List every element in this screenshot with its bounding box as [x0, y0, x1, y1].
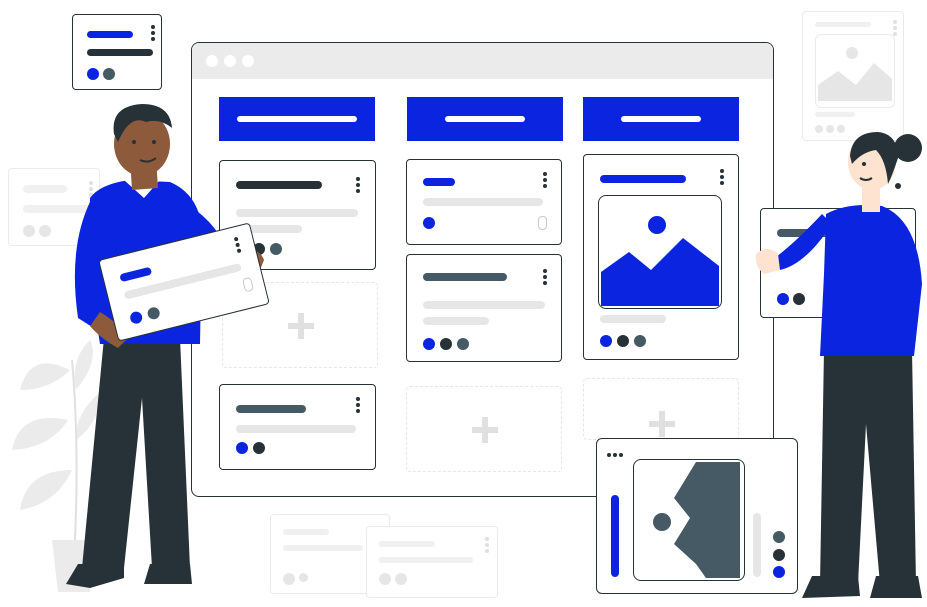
- kebab-menu-icon[interactable]: [720, 169, 724, 187]
- column-header-2[interactable]: [407, 97, 563, 141]
- window-control-dot[interactable]: [206, 55, 218, 67]
- plus-icon[interactable]: [288, 313, 314, 339]
- kebab-menu-icon[interactable]: [543, 172, 547, 190]
- kebab-menu-icon[interactable]: [356, 177, 360, 195]
- task-card[interactable]: [406, 254, 562, 362]
- window-titlebar: [192, 43, 773, 79]
- ghost-card-bottom: [366, 526, 498, 598]
- paperclip-icon: [538, 216, 547, 230]
- window-control-dot[interactable]: [242, 55, 254, 67]
- column-header-3[interactable]: [583, 97, 739, 141]
- plus-icon[interactable]: [472, 417, 498, 443]
- ghost-card-top-left: [72, 14, 162, 90]
- kebab-menu-icon[interactable]: [543, 269, 547, 287]
- man-illustration: [66, 104, 264, 588]
- kebab-menu-icon[interactable]: [356, 397, 360, 415]
- kebab-menu-icon[interactable]: [233, 236, 242, 255]
- empty-slot[interactable]: [406, 386, 562, 472]
- paperclip-icon: [241, 276, 255, 293]
- image-placeholder-icon: [633, 459, 745, 581]
- task-card[interactable]: [583, 154, 739, 360]
- woman-illustration: [755, 132, 922, 598]
- image-placeholder-icon: [815, 34, 895, 108]
- image-placeholder-icon: [598, 195, 722, 309]
- window-control-dot[interactable]: [224, 55, 236, 67]
- plus-icon[interactable]: [649, 411, 675, 437]
- ghost-image-card-top-right: [802, 11, 904, 141]
- empty-slot[interactable]: [583, 378, 739, 440]
- task-card[interactable]: [406, 159, 562, 245]
